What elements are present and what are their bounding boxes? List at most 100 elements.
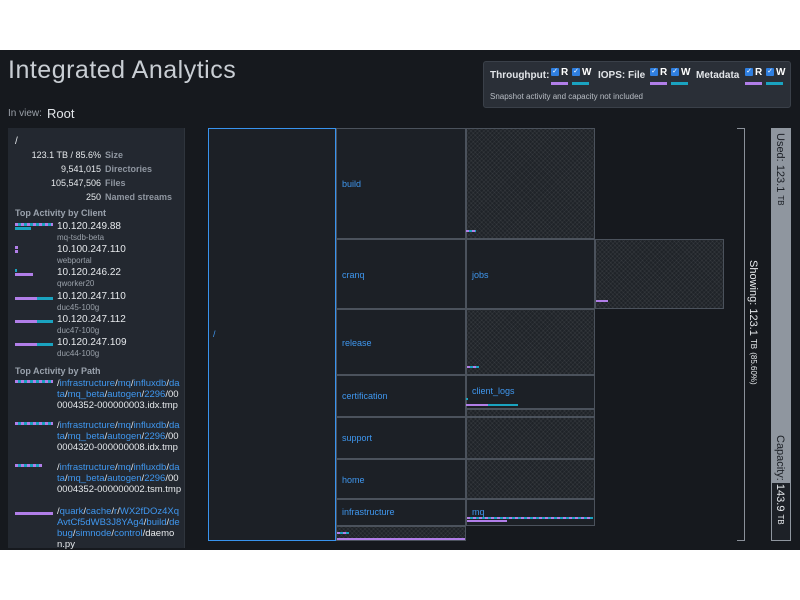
legend-note: Snapshot activity and capacity not inclu… [490,92,643,101]
path-segment-link[interactable]: mq [118,462,131,473]
client-ip[interactable]: 10.120.247.110 [57,291,126,302]
throughput-write-swatch [572,82,589,85]
throughput-read-checkbox[interactable]: ✓ [551,68,559,76]
treemap-label-jobs: jobs [472,270,489,280]
path-item[interactable]: /quark/cache/r/WX2fDOz4XqAvtCf5dWB3J8YAg… [57,506,182,550]
client-ip[interactable]: 10.120.247.109 [57,337,127,348]
path-segment-link[interactable]: r [114,506,117,517]
path-segment-link[interactable]: simnode [76,528,112,539]
path-segment-link[interactable]: control [114,528,143,539]
client-ip[interactable]: 10.100.247.110 [57,244,126,255]
treemap-root-label: / [213,329,216,339]
stat-directories-label: Directories [105,164,153,174]
treemap-cell-release[interactable]: release [336,309,466,375]
showing-unit: TB [749,338,758,350]
path-segment-link[interactable]: autogen [107,473,141,484]
iops-metadata-label: Metadata [696,70,740,81]
throughput-label: Throughput: [490,70,550,81]
path-segment-link[interactable]: autogen [107,431,141,442]
treemap-cell-infrastructure[interactable]: infrastructure [336,499,466,526]
path-segment-link[interactable]: 2296 [144,473,165,484]
path-activity-bars [15,422,53,430]
throughput-read-label: R [561,67,569,78]
treemap-cell-jobs[interactable]: jobs [466,239,595,309]
treemap-label-certification: certification [342,391,388,401]
treemap-root-cell[interactable]: / [208,128,336,541]
stat-files-value: 105,547,506 [50,178,101,188]
details-sidebar: / 123.1 TB / 85.6% Size 9,541,015 Direct… [8,128,185,550]
path-segment-link[interactable]: infrastructure [60,378,115,389]
activity-bar [467,520,507,522]
iops-metadata-write-checkbox[interactable]: ✓ [766,68,774,76]
path-segment-link[interactable]: infrastructure [60,420,115,431]
treemap-cell-build[interactable]: build [336,128,466,239]
path-item[interactable]: /infrastructure/mq/influxdb/data/mq_beta… [57,420,182,453]
iops-metadata-read-label: R [755,67,763,78]
iops-file-read-swatch [650,82,667,85]
used-label: Used: [774,133,786,162]
treemap-cell-certification[interactable]: certification [336,375,466,417]
throughput-write-label: W [582,67,592,78]
sidebar-path: / [15,136,18,147]
path-segment-link[interactable]: influxdb [134,378,167,389]
showing-percent: (85.60%) [749,352,758,385]
path-item[interactable]: /infrastructure/mq/influxdb/data/mq_beta… [57,378,182,411]
treemap-cell-release-contents[interactable] [466,309,595,375]
path-segment-link[interactable]: mq_beta [68,473,105,484]
in-view-breadcrumb[interactable]: Root [47,106,74,121]
path-segment-link[interactable]: mq_beta [68,389,105,400]
used-value: 123.1 [774,164,786,193]
path-segment-link[interactable]: mq [118,420,131,431]
iops-file-read-label: R [660,67,668,78]
top-clients-heading: Top Activity by Client [15,208,107,218]
client-activity-bars [15,293,53,301]
client-ip[interactable]: 10.120.246.22 [57,267,121,278]
path-item[interactable]: /infrastructure/mq/influxdb/data/mq_beta… [57,462,182,495]
path-segment-link[interactable]: 2296 [144,431,165,442]
iops-metadata-read-checkbox[interactable]: ✓ [745,68,753,76]
path-segment-link[interactable]: infrastructure [60,462,115,473]
client-ip[interactable]: 10.120.247.112 [57,314,126,325]
iops-file-write-label: W [681,67,691,78]
treemap-cell-jobs-contents[interactable] [595,239,724,309]
path-segment-link[interactable]: mq [118,378,131,389]
iops-file-label: File [628,70,646,81]
activity-bar [466,398,468,400]
path-segment-link[interactable]: cache [86,506,111,517]
activity-bar [466,404,488,406]
stat-streams-label: Named streams [105,192,173,202]
stat-streams-value: 250 [85,192,101,202]
capacity-summary: Capacity: 143.9 TB [774,435,786,525]
app-window: Integrated Analytics In view: Root Throu… [0,50,800,550]
client-activity-bars [15,246,53,254]
iops-file-write-checkbox[interactable]: ✓ [671,68,679,76]
path-segment-link[interactable]: autogen [107,389,141,400]
path-segment-link[interactable]: quark [60,506,84,517]
stat-size-value: 123.1 TB / 85.6% [31,150,101,160]
treemap-label-home: home [342,475,365,485]
iops-file-write-swatch [671,82,688,85]
treemap-cell-support-contents[interactable] [466,417,595,459]
client-host: qworker20 [57,279,95,288]
iops-file-read-checkbox[interactable]: ✓ [650,68,658,76]
activity-bar [337,538,465,540]
treemap-cell-home-contents[interactable] [466,459,595,499]
treemap-cell-cranq[interactable]: cranq [336,239,466,309]
treemap-cell-support[interactable]: support [336,417,466,459]
treemap-label-mq: mq [472,507,485,517]
path-segment-link[interactable]: mq_beta [68,431,105,442]
showing-value: 123.1 [747,308,759,336]
in-view-label: In view: [8,108,42,119]
throughput-write-checkbox[interactable]: ✓ [572,68,580,76]
capacity-label: Capacity: [774,435,786,481]
path-segment-link[interactable]: 2296 [144,389,165,400]
client-host: webportal [57,256,92,265]
path-segment-link[interactable]: influxdb [134,420,167,431]
activity-bar [596,300,608,302]
path-segment-link[interactable]: build [146,517,166,528]
treemap-cell-build-contents[interactable] [466,128,595,239]
client-ip[interactable]: 10.120.249.88 [57,221,121,232]
treemap-cell-certification-contents[interactable] [466,409,595,417]
treemap-cell-home[interactable]: home [336,459,466,499]
path-segment-link[interactable]: influxdb [134,462,167,473]
